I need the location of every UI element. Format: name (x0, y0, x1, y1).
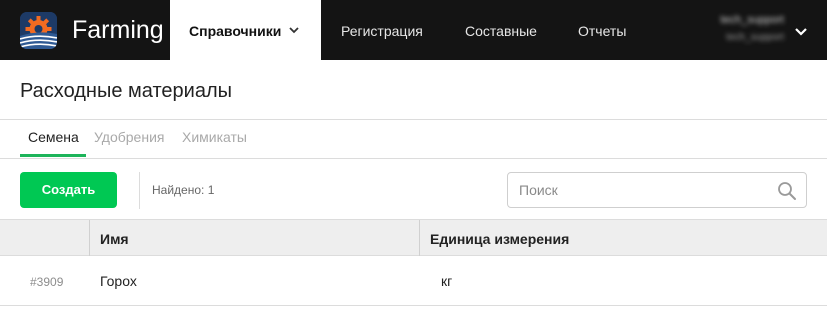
brand-name[interactable]: Farming (72, 16, 164, 44)
column-header-unit[interactable]: Единица измерения (430, 231, 569, 247)
nav-item-registration[interactable]: Регистрация (341, 0, 423, 60)
search-input[interactable] (509, 174, 769, 206)
divider (139, 172, 140, 209)
found-count: Найдено: 1 (152, 183, 215, 197)
row-unit: кг (441, 273, 453, 289)
column-divider (89, 220, 90, 256)
divider (0, 158, 827, 159)
top-navbar: Farming Справочники Регистрация Составны… (0, 0, 827, 60)
active-tab-indicator (20, 154, 86, 157)
column-header-name[interactable]: Имя (100, 231, 129, 247)
column-divider (419, 220, 420, 256)
table-row[interactable]: #3909 Горох кг (0, 256, 827, 306)
user-subtitle: tech_support (726, 32, 784, 43)
nav-item-reports[interactable]: Отчеты (578, 0, 626, 60)
tab-chemicals[interactable]: Химикаты (182, 129, 247, 145)
chevron-down-icon[interactable] (794, 24, 808, 42)
nav-item-composite[interactable]: Составные (465, 0, 537, 60)
search-box[interactable] (507, 172, 807, 208)
tab-fertilizers[interactable]: Удобрения (94, 129, 164, 145)
user-menu[interactable]: tech_support tech_support (700, 12, 790, 48)
chevron-down-icon (288, 0, 300, 86)
search-icon[interactable] (777, 181, 797, 206)
create-button[interactable]: Создать (20, 172, 117, 208)
nav-item-label: Справочники (189, 23, 282, 39)
farming-logo-icon[interactable] (20, 12, 57, 49)
user-name: tech_support (720, 14, 784, 26)
divider (0, 119, 827, 120)
nav-item-references[interactable]: Справочники (170, 0, 321, 60)
tab-seeds[interactable]: Семена (28, 129, 79, 145)
table-header: Имя Единица измерения (0, 219, 827, 256)
row-name[interactable]: Горох (100, 273, 137, 289)
page-title: Расходные материалы (20, 80, 232, 102)
row-id: #3909 (30, 275, 64, 289)
